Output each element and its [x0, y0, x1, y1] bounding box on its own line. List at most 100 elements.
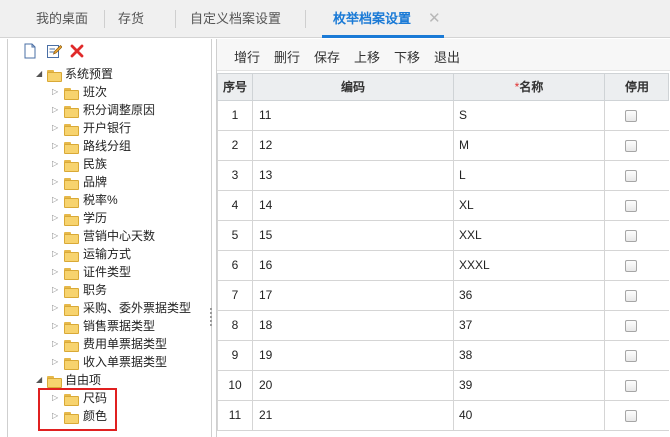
- tree-node-free-items[interactable]: ◢ 自由项: [36, 371, 206, 389]
- tab-separator: [104, 10, 105, 28]
- new-document-icon[interactable]: [22, 43, 38, 59]
- table-row[interactable]: 4 14 XL: [217, 191, 669, 221]
- code-cell[interactable]: 18: [253, 311, 454, 340]
- code-cell[interactable]: 11: [253, 101, 454, 130]
- expand-icon[interactable]: ▷: [52, 119, 62, 137]
- tree-node-system-item[interactable]: ▷ 路线分组: [52, 137, 212, 155]
- disabled-checkbox[interactable]: [625, 140, 637, 152]
- tree-node-system-item[interactable]: ▷ 采购、委外票据类型: [52, 299, 212, 317]
- table-row[interactable]: 5 15 XXL: [217, 221, 669, 251]
- code-cell[interactable]: 14: [253, 191, 454, 220]
- table-row[interactable]: 1 11 S: [217, 101, 669, 131]
- edit-icon[interactable]: [46, 43, 62, 59]
- tree-node-system-item[interactable]: ▷ 税率%: [52, 191, 212, 209]
- save-button[interactable]: 保存: [314, 47, 340, 66]
- disabled-checkbox[interactable]: [625, 290, 637, 302]
- table-row[interactable]: 3 13 L: [217, 161, 669, 191]
- disabled-checkbox[interactable]: [625, 230, 637, 242]
- disabled-checkbox[interactable]: [625, 410, 637, 422]
- tree-node-system-item[interactable]: ▷ 职务: [52, 281, 212, 299]
- expand-icon[interactable]: ▷: [52, 335, 62, 353]
- disabled-checkbox[interactable]: [625, 320, 637, 332]
- name-cell[interactable]: S: [454, 101, 605, 130]
- code-cell[interactable]: 19: [253, 341, 454, 370]
- tree-node-system-item[interactable]: ▷ 运输方式: [52, 245, 212, 263]
- name-cell[interactable]: XXL: [454, 221, 605, 250]
- header-name: *名称: [454, 74, 605, 101]
- expand-icon[interactable]: ▷: [52, 209, 62, 227]
- code-cell[interactable]: 20: [253, 371, 454, 400]
- name-cell[interactable]: L: [454, 161, 605, 190]
- folder-icon: [64, 105, 80, 118]
- disabled-checkbox[interactable]: [625, 350, 637, 362]
- expand-icon[interactable]: ▷: [52, 83, 62, 101]
- code-cell[interactable]: 16: [253, 251, 454, 280]
- tree-node-system-item[interactable]: ▷ 班次: [52, 83, 212, 101]
- expand-icon[interactable]: ▷: [52, 263, 62, 281]
- name-cell[interactable]: 40: [454, 401, 605, 430]
- name-cell[interactable]: 39: [454, 371, 605, 400]
- expand-icon[interactable]: ▷: [52, 245, 62, 263]
- tree-node-system-item[interactable]: ▷ 费用单票据类型: [52, 335, 212, 353]
- expand-icon[interactable]: ▷: [52, 281, 62, 299]
- name-cell[interactable]: 38: [454, 341, 605, 370]
- table-row[interactable]: 10 20 39: [217, 371, 669, 401]
- tree-node-system-item[interactable]: ▷ 学历: [52, 209, 212, 227]
- expand-icon[interactable]: ▷: [52, 173, 62, 191]
- expand-icon[interactable]: ▷: [52, 191, 62, 209]
- code-cell[interactable]: 17: [253, 281, 454, 310]
- name-cell[interactable]: XL: [454, 191, 605, 220]
- expand-icon[interactable]: ▷: [52, 137, 62, 155]
- name-cell[interactable]: 36: [454, 281, 605, 310]
- code-cell[interactable]: 21: [253, 401, 454, 430]
- tab-my-desktop[interactable]: 我的桌面: [36, 0, 88, 38]
- name-cell[interactable]: 37: [454, 311, 605, 340]
- name-cell[interactable]: M: [454, 131, 605, 160]
- table-row[interactable]: 6 16 XXXL: [217, 251, 669, 281]
- code-cell[interactable]: 13: [253, 161, 454, 190]
- expand-icon[interactable]: ▷: [52, 101, 62, 119]
- tree-node-system-item[interactable]: ▷ 证件类型: [52, 263, 212, 281]
- tree-node-system-item[interactable]: ▷ 收入单票据类型: [52, 353, 212, 371]
- tab-inventory[interactable]: 存货: [118, 0, 144, 38]
- delete-icon[interactable]: [69, 43, 85, 59]
- tree-node-system-item[interactable]: ▷ 品牌: [52, 173, 212, 191]
- code-cell[interactable]: 15: [253, 221, 454, 250]
- tree-node-system-item[interactable]: ▷ 销售票据类型: [52, 317, 212, 335]
- collapse-icon[interactable]: ◢: [36, 65, 46, 83]
- table-row[interactable]: 2 12 M: [217, 131, 669, 161]
- expand-icon[interactable]: ▷: [52, 299, 62, 317]
- move-up-button[interactable]: 上移: [354, 47, 380, 66]
- table-row[interactable]: 11 21 40: [217, 401, 669, 431]
- tree-node-system-preset[interactable]: ◢ 系统预置: [36, 65, 206, 83]
- disabled-checkbox[interactable]: [625, 260, 637, 272]
- exit-button[interactable]: 退出: [434, 47, 460, 66]
- panel-splitter-handle[interactable]: [210, 308, 213, 328]
- table-row[interactable]: 7 17 36: [217, 281, 669, 311]
- move-down-button[interactable]: 下移: [394, 47, 420, 66]
- tab-custom-archive-settings[interactable]: 自定义档案设置: [190, 0, 281, 38]
- disabled-checkbox[interactable]: [625, 200, 637, 212]
- seq-cell: 4: [218, 191, 253, 220]
- disabled-checkbox[interactable]: [625, 110, 637, 122]
- tree-node-system-item[interactable]: ▷ 民族: [52, 155, 212, 173]
- expand-icon[interactable]: ▷: [52, 317, 62, 335]
- disabled-checkbox[interactable]: [625, 170, 637, 182]
- expand-icon[interactable]: ▷: [52, 353, 62, 371]
- tab-enum-archive-settings[interactable]: 枚举档案设置: [333, 0, 411, 38]
- expand-icon[interactable]: ▷: [52, 227, 62, 245]
- expand-icon[interactable]: ▷: [52, 155, 62, 173]
- name-cell[interactable]: XXXL: [454, 251, 605, 280]
- collapse-icon[interactable]: ◢: [36, 371, 46, 389]
- tree-node-system-item[interactable]: ▷ 积分调整原因: [52, 101, 212, 119]
- delete-row-button[interactable]: 删行: [274, 47, 300, 66]
- disabled-checkbox[interactable]: [625, 380, 637, 392]
- tree-node-system-item[interactable]: ▷ 开户银行: [52, 119, 212, 137]
- folder-icon: [64, 123, 80, 136]
- table-row[interactable]: 8 18 37: [217, 311, 669, 341]
- table-row[interactable]: 9 19 38: [217, 341, 669, 371]
- add-row-button[interactable]: 增行: [234, 47, 260, 66]
- code-cell[interactable]: 12: [253, 131, 454, 160]
- close-icon[interactable]: ✕: [428, 11, 441, 27]
- tree-node-system-item[interactable]: ▷ 营销中心天数: [52, 227, 212, 245]
